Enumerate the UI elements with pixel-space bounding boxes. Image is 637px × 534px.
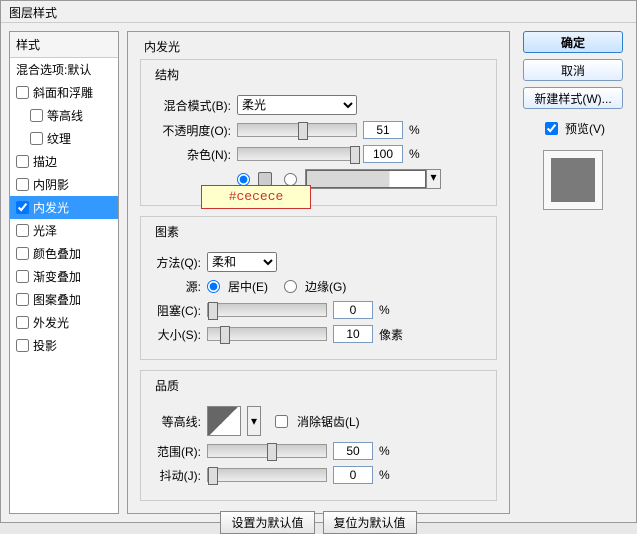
noise-slider[interactable] bbox=[237, 147, 357, 161]
style-item-0[interactable]: 斜面和浮雕 bbox=[10, 81, 118, 104]
opacity-input[interactable] bbox=[363, 121, 403, 139]
jitter-input[interactable] bbox=[333, 466, 373, 484]
style-checkbox[interactable] bbox=[30, 132, 43, 145]
method-select[interactable]: 柔和 bbox=[207, 252, 277, 272]
elements-group: 图素 方法(Q): 柔和 源: 居中(E) 边缘(G) 阻塞(C): bbox=[140, 216, 497, 360]
cancel-button[interactable]: 取消 bbox=[523, 59, 623, 81]
center-label: 居中(E) bbox=[228, 278, 268, 295]
structure-title: 结构 bbox=[151, 66, 183, 83]
styles-list: 样式 混合选项:默认 斜面和浮雕等高线纹理描边内阴影内发光光泽颜色叠加渐变叠加图… bbox=[9, 31, 119, 514]
range-input[interactable] bbox=[333, 442, 373, 460]
pct-label: % bbox=[379, 468, 390, 482]
style-checkbox[interactable] bbox=[16, 339, 29, 352]
contour-dropdown-icon[interactable]: ▾ bbox=[247, 406, 261, 436]
style-label: 纹理 bbox=[47, 130, 71, 147]
style-checkbox[interactable] bbox=[16, 178, 29, 191]
choke-input[interactable] bbox=[333, 301, 373, 319]
style-checkbox[interactable] bbox=[16, 201, 29, 214]
source-center-radio[interactable] bbox=[207, 280, 220, 293]
blend-mode-label: 混合模式(B): bbox=[151, 97, 231, 114]
style-label: 颜色叠加 bbox=[33, 245, 81, 262]
choke-label: 阻塞(C): bbox=[151, 302, 201, 319]
color-swatch[interactable] bbox=[258, 172, 272, 186]
layer-style-dialog: 图层样式 样式 混合选项:默认 斜面和浮雕等高线纹理描边内阴影内发光光泽颜色叠加… bbox=[0, 0, 637, 523]
styles-header[interactable]: 样式 bbox=[10, 32, 118, 58]
style-item-6[interactable]: 光泽 bbox=[10, 219, 118, 242]
range-slider[interactable] bbox=[207, 444, 327, 458]
range-label: 范围(R): bbox=[151, 443, 201, 460]
style-checkbox[interactable] bbox=[30, 109, 43, 122]
style-checkbox[interactable] bbox=[16, 155, 29, 168]
px-label: 像素 bbox=[379, 326, 403, 343]
style-label: 渐变叠加 bbox=[33, 268, 81, 285]
color-callout: #cecece bbox=[201, 185, 311, 209]
style-item-7[interactable]: 颜色叠加 bbox=[10, 242, 118, 265]
style-label: 描边 bbox=[33, 153, 57, 170]
structure-group: 结构 混合模式(B): 柔光 不透明度(O): % 杂色(N): bbox=[140, 59, 497, 206]
pct-label: % bbox=[409, 123, 420, 137]
size-slider[interactable] bbox=[207, 327, 327, 341]
noise-input[interactable] bbox=[363, 145, 403, 163]
pct-label: % bbox=[379, 444, 390, 458]
style-label: 光泽 bbox=[33, 222, 57, 239]
style-label: 外发光 bbox=[33, 314, 69, 331]
noise-label: 杂色(N): bbox=[151, 146, 231, 163]
contour-picker[interactable] bbox=[207, 406, 241, 436]
style-item-10[interactable]: 外发光 bbox=[10, 311, 118, 334]
pct-label: % bbox=[409, 147, 420, 161]
inner-glow-panel: 内发光 结构 混合模式(B): 柔光 不透明度(O): % 杂色(N): bbox=[127, 31, 510, 514]
jitter-slider[interactable] bbox=[207, 468, 327, 482]
style-checkbox[interactable] bbox=[16, 316, 29, 329]
style-checkbox[interactable] bbox=[16, 86, 29, 99]
opacity-slider[interactable] bbox=[237, 123, 357, 137]
style-item-4[interactable]: 内阴影 bbox=[10, 173, 118, 196]
panel-title: 内发光 bbox=[140, 38, 184, 55]
style-item-1[interactable]: 等高线 bbox=[10, 104, 118, 127]
antialias-checkbox[interactable] bbox=[275, 415, 288, 428]
edge-label: 边缘(G) bbox=[305, 278, 346, 295]
style-label: 内发光 bbox=[33, 199, 69, 216]
method-label: 方法(Q): bbox=[151, 254, 201, 271]
dialog-title: 图层样式 bbox=[1, 1, 636, 23]
style-label: 内阴影 bbox=[33, 176, 69, 193]
style-item-5[interactable]: 内发光 bbox=[10, 196, 118, 219]
ok-button[interactable]: 确定 bbox=[523, 31, 623, 53]
style-checkbox[interactable] bbox=[16, 270, 29, 283]
gradient-preview[interactable] bbox=[306, 170, 426, 188]
preview-thumbnail bbox=[543, 150, 603, 210]
style-checkbox[interactable] bbox=[16, 293, 29, 306]
jitter-label: 抖动(J): bbox=[151, 467, 201, 484]
quality-title: 品质 bbox=[151, 377, 183, 394]
elements-title: 图素 bbox=[151, 223, 183, 240]
style-checkbox[interactable] bbox=[16, 247, 29, 260]
gradient-radio[interactable] bbox=[284, 173, 297, 186]
style-item-2[interactable]: 纹理 bbox=[10, 127, 118, 150]
antialias-label: 消除锯齿(L) bbox=[297, 413, 360, 430]
new-style-button[interactable]: 新建样式(W)... bbox=[523, 87, 623, 109]
style-item-3[interactable]: 描边 bbox=[10, 150, 118, 173]
quality-group: 品质 等高线: ▾ 消除锯齿(L) 范围(R): % bbox=[140, 370, 497, 501]
gradient-dropdown-icon[interactable]: ▾ bbox=[426, 170, 440, 188]
style-label: 图案叠加 bbox=[33, 291, 81, 308]
blend-options-item[interactable]: 混合选项:默认 bbox=[10, 58, 118, 81]
preview-checkbox[interactable] bbox=[545, 122, 558, 135]
style-label: 投影 bbox=[33, 337, 57, 354]
style-item-8[interactable]: 渐变叠加 bbox=[10, 265, 118, 288]
size-input[interactable] bbox=[333, 325, 373, 343]
pct-label: % bbox=[379, 303, 390, 317]
color-radio[interactable] bbox=[237, 173, 250, 186]
style-checkbox[interactable] bbox=[16, 224, 29, 237]
preview-label: 预览(V) bbox=[565, 120, 605, 137]
blend-mode-select[interactable]: 柔光 bbox=[237, 95, 357, 115]
contour-label: 等高线: bbox=[151, 413, 201, 430]
style-label: 斜面和浮雕 bbox=[33, 84, 93, 101]
style-label: 等高线 bbox=[47, 107, 83, 124]
source-label: 源: bbox=[151, 278, 201, 295]
opacity-label: 不透明度(O): bbox=[151, 122, 231, 139]
source-edge-radio[interactable] bbox=[284, 280, 297, 293]
style-item-9[interactable]: 图案叠加 bbox=[10, 288, 118, 311]
style-item-11[interactable]: 投影 bbox=[10, 334, 118, 357]
choke-slider[interactable] bbox=[207, 303, 327, 317]
size-label: 大小(S): bbox=[151, 326, 201, 343]
